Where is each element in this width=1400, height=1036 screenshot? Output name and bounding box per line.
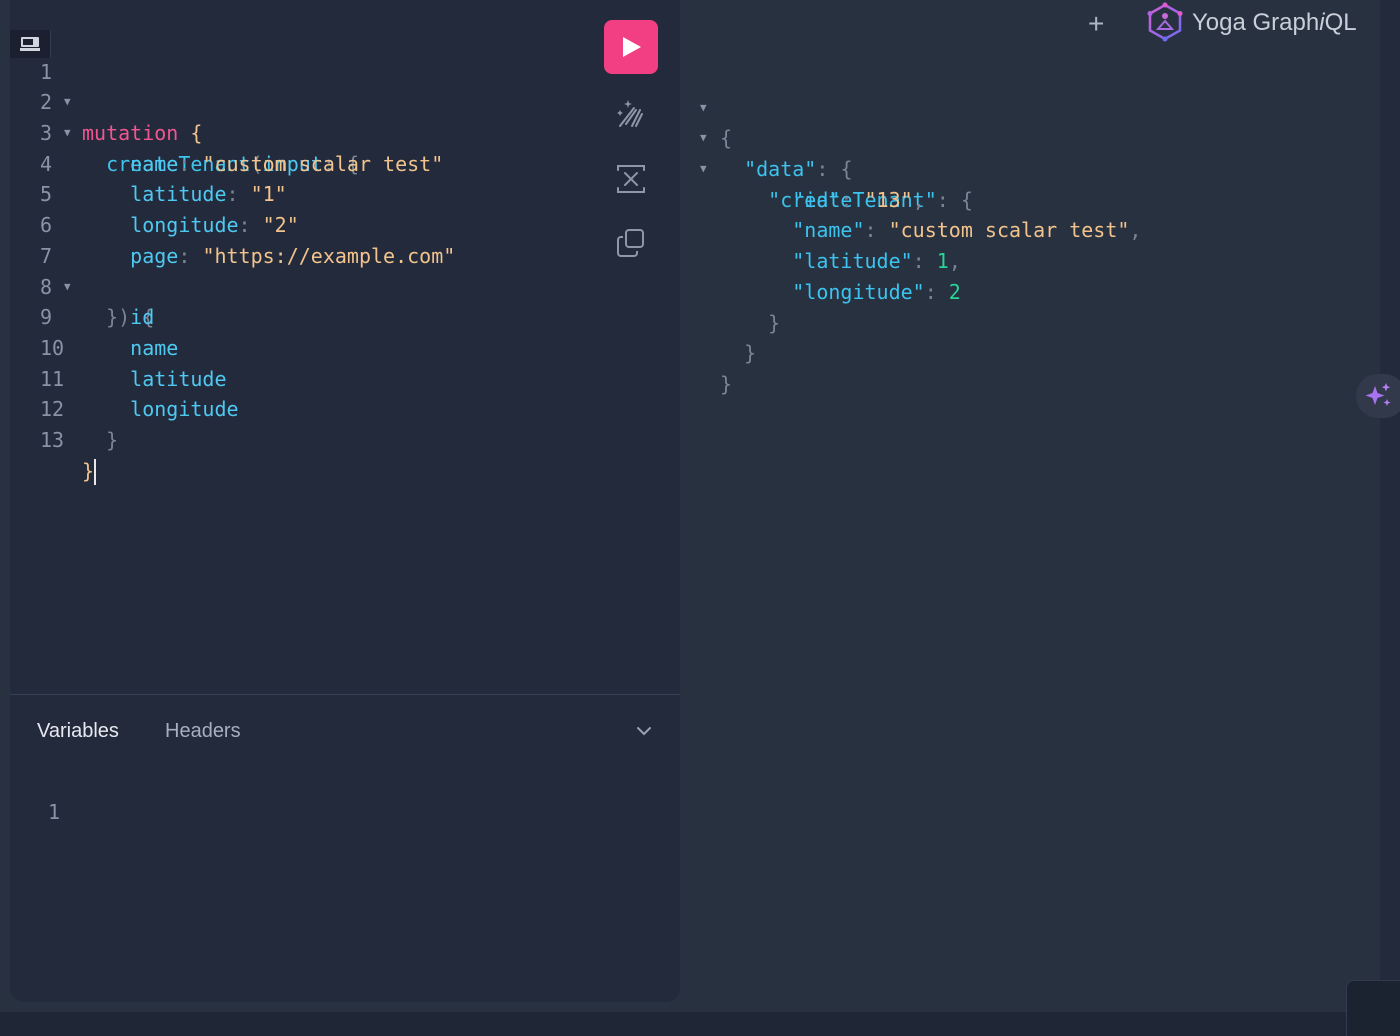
sparkles-icon: [1365, 383, 1391, 406]
play-icon: [623, 37, 641, 57]
code-line: 13 }: [10, 394, 600, 486]
tab-headers[interactable]: Headers: [165, 720, 241, 743]
code-line: 7 ▼ }) {: [10, 210, 600, 329]
corner-panel[interactable]: [1346, 980, 1400, 1036]
merge-icon: [617, 165, 645, 193]
line-number: 13: [40, 427, 65, 452]
status-bar: [0, 1012, 1346, 1035]
copy-query-button[interactable]: [614, 226, 648, 260]
prettify-button[interactable]: [614, 96, 648, 130]
line-number: 1: [48, 800, 61, 824]
editor-divider[interactable]: [10, 694, 680, 695]
scrollbar[interactable]: [1380, 0, 1400, 1035]
variables-editor[interactable]: 1: [48, 800, 60, 824]
code-line: }: [720, 371, 733, 396]
graphiql-app: 1 ▼ mutation { 2 ▼ createTenant(input: {…: [0, 0, 1400, 1036]
code-line: 9 name: [10, 272, 600, 360]
code-line: 6 page: "https://example.com": [10, 179, 600, 268]
code-line: }: [744, 341, 757, 366]
add-tab-button[interactable]: +: [1088, 8, 1104, 40]
code-line: 12 }: [10, 364, 600, 452]
code-line: 4 latitude: "1": [10, 118, 600, 207]
ai-assistant-button[interactable]: [1356, 374, 1400, 418]
code-line: ▼ "data": {: [680, 93, 1380, 181]
run-query-button[interactable]: [604, 20, 658, 74]
code-line: "latitude": 1,: [792, 249, 961, 274]
yoga-logo-icon: [1147, 2, 1183, 42]
code-line: ▼ {: [680, 62, 1380, 151]
code-line: "longitude": 2: [792, 279, 961, 304]
result-pane[interactable]: ▼ { ▼ "data": { ▼ "createTenant": { "id"…: [680, 0, 1380, 1035]
merge-fragments-button[interactable]: [614, 162, 648, 196]
magic-wand-icon: [617, 100, 643, 127]
code-line: 8 id: [10, 241, 600, 330]
tab-variables[interactable]: Variables: [37, 720, 119, 743]
code-line: "id": "13",: [792, 187, 925, 212]
toggle-editor-tools-button[interactable]: [635, 724, 653, 743]
code-line: 5 longitude: "2": [10, 149, 600, 237]
code-line: 1 ▼ mutation {: [10, 26, 600, 145]
code-line: 10 latitude: [10, 302, 600, 391]
code-line: ▼ "createTenant": {: [680, 123, 1380, 212]
code-line: }: [768, 310, 781, 335]
text-caret: [94, 459, 97, 486]
query-code[interactable]: 1 ▼ mutation { 2 ▼ createTenant(input: {…: [10, 26, 600, 486]
chevron-down-icon: [637, 727, 651, 736]
query-editor-pane[interactable]: 1 ▼ mutation { 2 ▼ createTenant(input: {…: [10, 0, 680, 1002]
copy-icon: [617, 229, 644, 257]
yoga-graphiql-logo: Yoga GraphiQL: [1146, 2, 1386, 42]
code-line: 2 ▼ createTenant(input: {: [10, 57, 600, 175]
code-line: "name": "custom scalar test",: [792, 218, 1142, 243]
result-json: ▼ { ▼ "data": { ▼ "createTenant": { "id"…: [680, 62, 1380, 396]
code-line: 11 longitude: [10, 333, 600, 422]
code-line: 3 name: "custom scalar test": [10, 87, 600, 176]
